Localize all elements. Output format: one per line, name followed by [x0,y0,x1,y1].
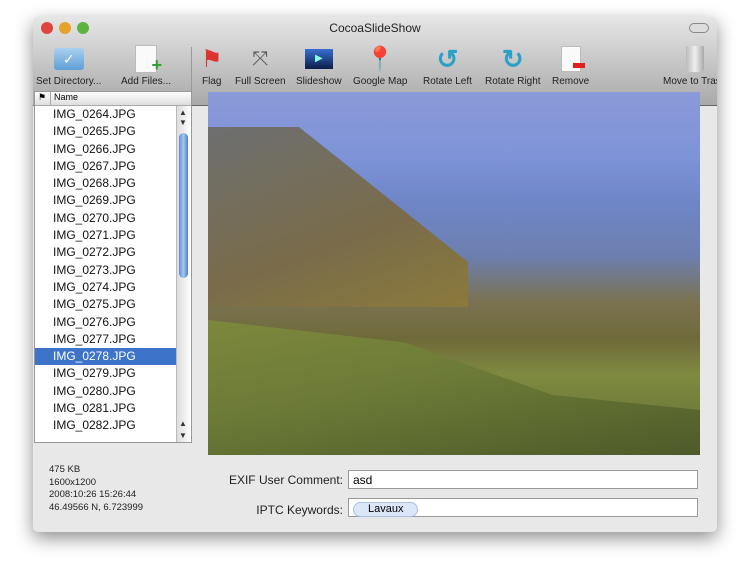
list-item[interactable]: IMG_0276.JPG [35,314,191,331]
keyword-token[interactable]: Lavaux [353,502,419,517]
list-item[interactable]: IMG_0264.JPG [35,106,191,123]
list-item[interactable]: IMG_0279.JPG [35,365,191,382]
toolbar-button-label: Rotate Left [423,76,472,87]
app-window: CocoaSlideShow ✓ Set Directory... + Add Fil… [33,17,717,532]
iptc-keywords-input[interactable]: Lavaux [348,498,698,517]
scroll-down-arrow[interactable]: ▼ [179,431,187,440]
list-item[interactable]: IMG_0270.JPG [35,210,191,227]
toolbar-button-google-map[interactable]: 📍 Google Map [353,45,408,88]
toolbar-button-set-directory[interactable]: ✓ Set Directory... [36,45,101,87]
list-item[interactable]: IMG_0267.JPG [35,158,191,175]
toolbar-button-rotate-right[interactable]: ↻ Rotate Right [485,43,541,88]
toolbar-button-label: Move to Trash [663,76,717,87]
list-item[interactable]: IMG_0280.JPG [35,383,191,400]
slideshow-icon: ▶ [296,45,342,73]
scroll-down-arrow-top[interactable]: ▼ [179,118,187,127]
folder-icon: ✓ [36,45,101,73]
toolbar-button-label: Add Files... [121,76,172,87]
remove-file-icon [552,45,589,73]
list-item[interactable]: IMG_0275.JPG [35,296,191,313]
image-dimensions: 1600x1200 [49,476,97,488]
toolbar-button-label: Rotate Right [485,76,541,87]
photo-info: 475 KB 1600x1200 2008:10:26 15:26:44 46.… [49,464,143,514]
list-item[interactable]: IMG_0271.JPG [35,227,191,244]
list-item[interactable]: IMG_0272.JPG [35,244,191,261]
list-scrollbar[interactable]: ▲ ▼ ▲ ▼ [176,106,191,442]
list-item[interactable]: IMG_0268.JPG [35,175,191,192]
file-list[interactable]: ⚑ Name IMG_0264.JPG IMG_0265.JPG IMG_0266.… [34,91,192,443]
name-column-header[interactable]: Name [51,92,78,105]
list-item[interactable]: IMG_0274.JPG [35,279,191,296]
toolbar-button-label: Flag [202,76,222,87]
scroll-up-arrow-bottom[interactable]: ▲ [179,419,187,428]
list-item[interactable]: IMG_0282.JPG [35,417,191,434]
scroll-thumb[interactable] [179,133,188,278]
map-pin-icon: 📍 [365,45,396,73]
gps-coordinates: 46.49566 N, 6.723999 [49,501,144,513]
toolbar-button-move-to-trash[interactable]: Move to Trash [663,45,717,87]
photo-preview [208,92,700,455]
flag-icon: ⚑ [201,45,223,73]
toolbar-button-full-screen[interactable]: ⤧ Full Screen [235,45,286,88]
list-item[interactable]: IMG_0265.JPG [35,123,191,140]
rotate-right-icon: ↻ [501,43,524,74]
iptc-keywords-label: IPTC Keywords: [256,503,343,517]
toolbar-button-label: Set Directory... [36,76,102,87]
toolbar-toggle-button[interactable] [689,23,709,33]
toolbar-button-slideshow[interactable]: ▶ Slideshow [296,45,342,87]
window-title: CocoaSlideShow [329,21,421,35]
list-item[interactable]: IMG_0278.JPG [35,348,191,366]
scroll-up-arrow[interactable]: ▲ [179,108,187,117]
list-item[interactable]: IMG_0266.JPG [35,141,191,158]
toolbar-separator [191,47,192,97]
exif-comment-input[interactable]: asd [348,470,698,489]
fullscreen-icon: ⤧ [252,47,269,70]
toolbar-button-label: Remove [552,76,590,87]
toolbar-button-rotate-left[interactable]: ↺ Rotate Left [423,43,472,88]
flag-column-header[interactable]: ⚑ [35,92,51,105]
photo-date: 2008:10:26 15:26:44 [49,489,137,500]
list-item[interactable]: IMG_0269.JPG [35,192,191,209]
rotate-left-icon: ↺ [436,43,459,74]
toolbar-button-label: Slideshow [296,76,342,87]
file-size: 475 KB [49,464,81,475]
toolbar-button-label: Full Screen [235,76,286,87]
exif-comment-label: EXIF User Comment: [228,473,343,487]
toolbar-button-label: Google Map [353,76,408,87]
toolbar-button-remove[interactable]: Remove [552,45,589,87]
list-item[interactable]: IMG_0273.JPG [35,262,191,279]
list-item[interactable]: IMG_0277.JPG [35,331,191,348]
list-header: ⚑ Name [35,92,191,106]
toolbar-button-flag[interactable]: ⚑ Flag [201,45,223,88]
list-item[interactable]: IMG_0281.JPG [35,400,191,417]
toolbar-button-add-files[interactable]: + Add Files... [121,45,171,87]
trash-icon [663,45,717,73]
add-file-icon: + [121,45,171,75]
